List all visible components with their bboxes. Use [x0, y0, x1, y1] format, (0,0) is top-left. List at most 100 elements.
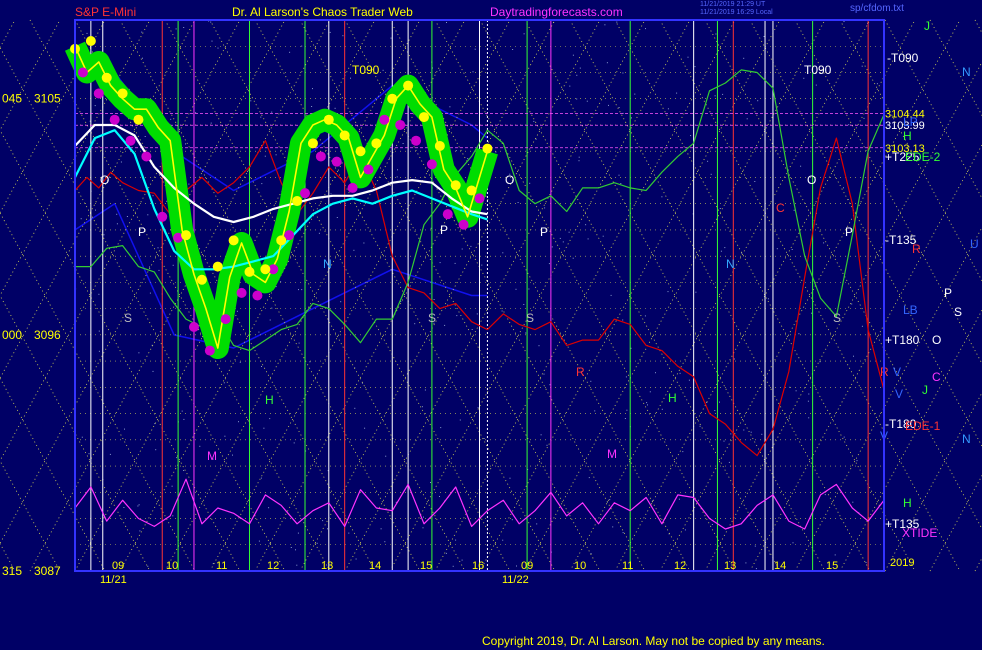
- star-dot: [183, 418, 185, 420]
- star-dot: [546, 444, 548, 446]
- star-dot: [559, 237, 561, 239]
- star-dot: [634, 93, 636, 95]
- magenta-marker: [220, 314, 231, 325]
- star-dot: [98, 350, 100, 352]
- star-dot: [390, 37, 392, 39]
- magenta-marker: [125, 135, 136, 146]
- chart-background: [0, 0, 982, 650]
- star-dot: [529, 182, 531, 184]
- plot-letter: P: [440, 223, 448, 237]
- star-dot: [423, 516, 424, 518]
- star-dot: [171, 485, 173, 487]
- star-dot: [851, 303, 853, 305]
- y-tick-prefix: 045: [2, 92, 22, 106]
- right-label: XTIDE: [902, 526, 937, 540]
- star-dot: [827, 146, 829, 148]
- star-dot: [511, 519, 513, 521]
- plot-letter: M: [607, 447, 617, 461]
- star-dot: [297, 532, 299, 534]
- star-dot: [699, 425, 701, 427]
- star-dot: [456, 315, 458, 317]
- star-dot: [631, 117, 632, 119]
- star-dot: [853, 355, 854, 357]
- right-label: R: [912, 242, 921, 256]
- star-dot: [364, 427, 366, 429]
- star-dot: [280, 281, 282, 283]
- star-dot: [528, 288, 530, 290]
- y-tick-label: 3105: [34, 92, 61, 106]
- star-dot: [147, 214, 149, 216]
- star-dot: [612, 526, 614, 528]
- star-dot: [461, 248, 463, 250]
- site-url[interactable]: Daytradingforecasts.com: [490, 5, 623, 19]
- star-dot: [80, 218, 82, 220]
- star-dot: [380, 528, 382, 530]
- star-dot: [556, 99, 558, 100]
- yellow-marker: [85, 35, 96, 46]
- star-dot: [250, 100, 252, 102]
- yellow-marker: [117, 88, 128, 99]
- star-dot: [120, 161, 122, 163]
- star-dot: [682, 451, 684, 453]
- star-dot: [311, 106, 313, 107]
- right-label: EDE-1: [905, 419, 941, 433]
- right-label: LP: [903, 115, 918, 129]
- star-dot: [538, 345, 540, 347]
- yellow-marker: [387, 93, 398, 104]
- star-dot: [155, 449, 157, 451]
- star-dot: [181, 410, 183, 412]
- star-dot: [293, 442, 295, 444]
- right-label: U: [970, 237, 979, 251]
- right-label: J: [922, 383, 928, 397]
- star-dot: [707, 160, 709, 162]
- star-dot: [439, 496, 440, 497]
- star-dot: [210, 122, 212, 124]
- plot-letter: S: [526, 311, 534, 325]
- star-dot: [667, 108, 669, 110]
- yellow-marker: [292, 196, 303, 207]
- star-dot: [381, 101, 382, 103]
- copyright-notice: Copyright 2019, Dr. Al Larson. May not b…: [482, 634, 825, 648]
- yellow-marker: [133, 114, 144, 125]
- star-dot: [548, 263, 550, 265]
- source-file: sp/cfdom.txt: [850, 3, 904, 14]
- star-dot: [523, 33, 525, 35]
- star-dot: [175, 28, 177, 30]
- x-year-label: 2019: [890, 557, 914, 569]
- star-dot: [126, 216, 128, 217]
- star-dot: [232, 454, 233, 456]
- star-dot: [142, 57, 143, 59]
- star-dot: [268, 507, 270, 509]
- yellow-marker: [323, 114, 334, 125]
- star-dot: [312, 88, 313, 90]
- plot-letter: O: [100, 173, 109, 187]
- star-dot: [258, 540, 260, 542]
- star-dot: [644, 315, 646, 317]
- star-dot: [199, 445, 201, 447]
- star-dot: [95, 209, 96, 211]
- star-dot: [452, 565, 454, 567]
- magenta-marker: [426, 159, 437, 170]
- star-dot: [645, 28, 646, 30]
- star-dot: [661, 196, 663, 198]
- star-dot: [746, 118, 748, 120]
- yellow-marker: [307, 138, 318, 149]
- magenta-marker: [474, 193, 485, 204]
- star-dot: [793, 209, 795, 211]
- star-dot: [290, 547, 292, 548]
- star-dot: [678, 498, 680, 500]
- yellow-marker: [418, 112, 429, 123]
- star-dot: [733, 358, 735, 360]
- star-dot: [309, 361, 311, 363]
- star-dot: [316, 542, 318, 544]
- yellow-marker: [450, 180, 461, 191]
- star-dot: [509, 477, 511, 479]
- chart: 045 3105000 3096315 3087 09 10 11 12 13 14 15 16 09 1…: [0, 0, 982, 650]
- star-dot: [217, 47, 219, 49]
- star-dot: [791, 249, 793, 250]
- star-dot: [585, 224, 587, 226]
- yellow-marker: [196, 274, 207, 285]
- star-dot: [483, 438, 485, 439]
- star-dot: [576, 74, 578, 76]
- star-dot: [296, 564, 298, 566]
